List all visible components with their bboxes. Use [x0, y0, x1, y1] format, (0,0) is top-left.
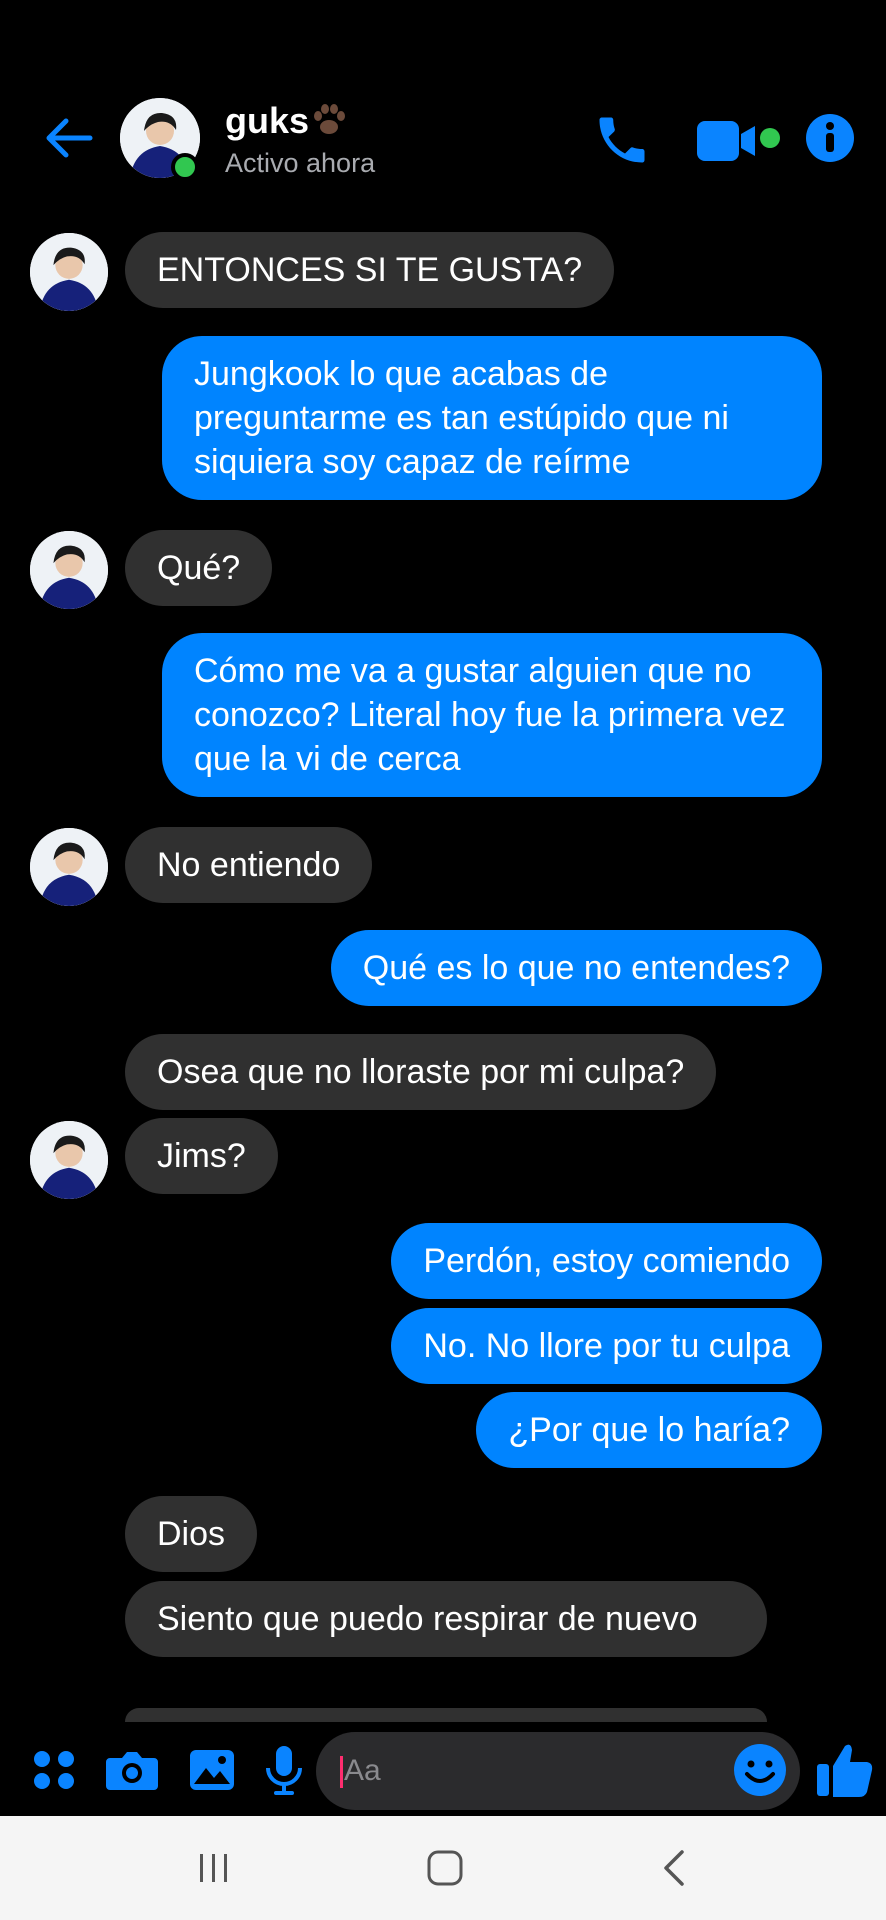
contact-name[interactable]: guks: [225, 100, 309, 142]
incoming-message[interactable]: No entiendo: [125, 827, 373, 903]
sender-avatar[interactable]: [30, 1121, 108, 1199]
home-icon[interactable]: [423, 1846, 467, 1890]
incoming-message[interactable]: Qué?: [125, 530, 273, 606]
system-back-icon[interactable]: [654, 1846, 698, 1890]
thumbs-up-icon[interactable]: [815, 1738, 875, 1802]
recent-apps-icon[interactable]: [192, 1846, 236, 1890]
message-input-container: [316, 1732, 800, 1810]
apps-icon[interactable]: [24, 1740, 84, 1800]
incoming-message[interactable]: Dios: [125, 1496, 258, 1572]
sender-avatar[interactable]: [30, 233, 108, 311]
outgoing-message[interactable]: Jungkook lo que acabas de preguntarme es…: [162, 336, 822, 500]
active-status: Activo ahora: [225, 148, 376, 178]
image-icon[interactable]: [182, 1740, 242, 1800]
system-nav-bar: [0, 1816, 886, 1920]
incoming-message[interactable]: Osea que no lloraste por mi culpa?: [125, 1034, 717, 1110]
message-input[interactable]: [344, 1732, 724, 1810]
info-icon[interactable]: [805, 113, 855, 163]
sender-avatar[interactable]: [30, 828, 108, 906]
conversation-header: guks Activo ahora: [0, 0, 886, 220]
text-caret: [340, 1756, 343, 1788]
outgoing-message[interactable]: Cómo me va a gustar alguien que no conoz…: [162, 633, 822, 797]
camera-icon[interactable]: [102, 1740, 162, 1800]
outgoing-message[interactable]: Perdón, estoy comiendo: [391, 1223, 822, 1299]
online-indicator: [171, 153, 199, 181]
sender-avatar[interactable]: [30, 531, 108, 609]
outgoing-message[interactable]: ¿Por que lo haría?: [476, 1392, 822, 1468]
smiley-icon[interactable]: [732, 1742, 788, 1798]
microphone-icon[interactable]: [254, 1740, 314, 1800]
video-active-dot: [760, 128, 780, 148]
incoming-message-partial: [125, 1708, 767, 1722]
back-arrow-icon[interactable]: [40, 110, 96, 166]
phone-icon[interactable]: [592, 110, 652, 170]
paw-icon: [314, 104, 345, 134]
outgoing-message[interactable]: Qué es lo que no entendes?: [330, 930, 822, 1006]
composer-bar: [0, 1730, 886, 1814]
incoming-message[interactable]: Siento que puedo respirar de nuevo: [125, 1581, 767, 1657]
incoming-message[interactable]: ENTONCES SI TE GUSTA?: [125, 232, 615, 308]
outgoing-message[interactable]: No. No llore por tu culpa: [391, 1308, 822, 1384]
incoming-message[interactable]: Jims?: [125, 1118, 278, 1194]
